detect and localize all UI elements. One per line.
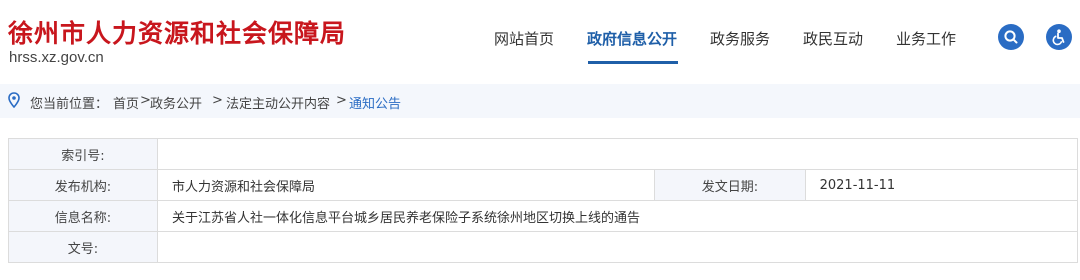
table-row: 信息名称: 关于江苏省人社一体化信息平台城乡居民养老保险子系统徐州地区切换上线的… <box>8 200 1078 232</box>
accessibility-button[interactable] <box>1046 24 1072 50</box>
breadcrumb-separator: > <box>212 93 223 108</box>
breadcrumb-item-mandatory-disclosure[interactable]: 法定主动公开内容 <box>226 93 330 112</box>
nav-item-home[interactable]: 网站首页 <box>494 28 554 49</box>
search-icon <box>1004 30 1018 44</box>
date-value: 2021-11-11 <box>804 169 1079 201</box>
index-value <box>157 138 1078 170</box>
nav-active-indicator <box>588 61 678 64</box>
breadcrumb-prefix: 您当前位置： <box>30 97 109 112</box>
doc-number-value <box>157 231 1078 263</box>
nav-item-gov-info[interactable]: 政府信息公开 <box>587 28 677 49</box>
publisher-value: 市人力资源和社会保障局 <box>156 169 656 201</box>
nav-item-gov-service[interactable]: 政务服务 <box>710 28 770 49</box>
site-header: 徐州市人力资源和社会保障局 hrss.xz.gov.cn 网站首页 政府信息公开… <box>0 0 1080 82</box>
publisher-label: 发布机构: <box>8 169 158 201</box>
doc-number-label: 文号: <box>8 231 158 263</box>
nav-item-business[interactable]: 业务工作 <box>896 28 956 49</box>
table-row: 索引号: <box>8 138 1078 170</box>
breadcrumb-item-notices[interactable]: 通知公告 <box>349 93 401 112</box>
index-label: 索引号: <box>8 138 158 170</box>
name-label: 信息名称: <box>8 200 158 232</box>
name-value: 关于江苏省人社一体化信息平台城乡居民养老保险子系统徐州地区切换上线的通告 <box>157 200 1078 232</box>
table-row: 发布机构: 市人力资源和社会保障局 发文日期: 2021-11-11 <box>8 169 1079 201</box>
site-title[interactable]: 徐州市人力资源和社会保障局 <box>8 14 346 50</box>
accessibility-icon <box>1052 29 1065 46</box>
search-button[interactable] <box>998 24 1024 50</box>
breadcrumb-separator: > <box>336 93 347 108</box>
breadcrumb-item-gov-affairs[interactable]: 政务公开 <box>150 93 202 112</box>
location-pin-icon <box>8 92 20 108</box>
info-table: 索引号: 发布机构: 市人力资源和社会保障局 发文日期: 2021-11-11 … <box>8 138 1079 263</box>
date-label: 发文日期: <box>654 169 806 201</box>
table-row: 文号: <box>8 231 1078 263</box>
nav-item-interaction[interactable]: 政民互动 <box>803 28 863 49</box>
breadcrumb-item-home[interactable]: 首页 <box>113 93 139 112</box>
site-domain: hrss.xz.gov.cn <box>9 49 104 66</box>
